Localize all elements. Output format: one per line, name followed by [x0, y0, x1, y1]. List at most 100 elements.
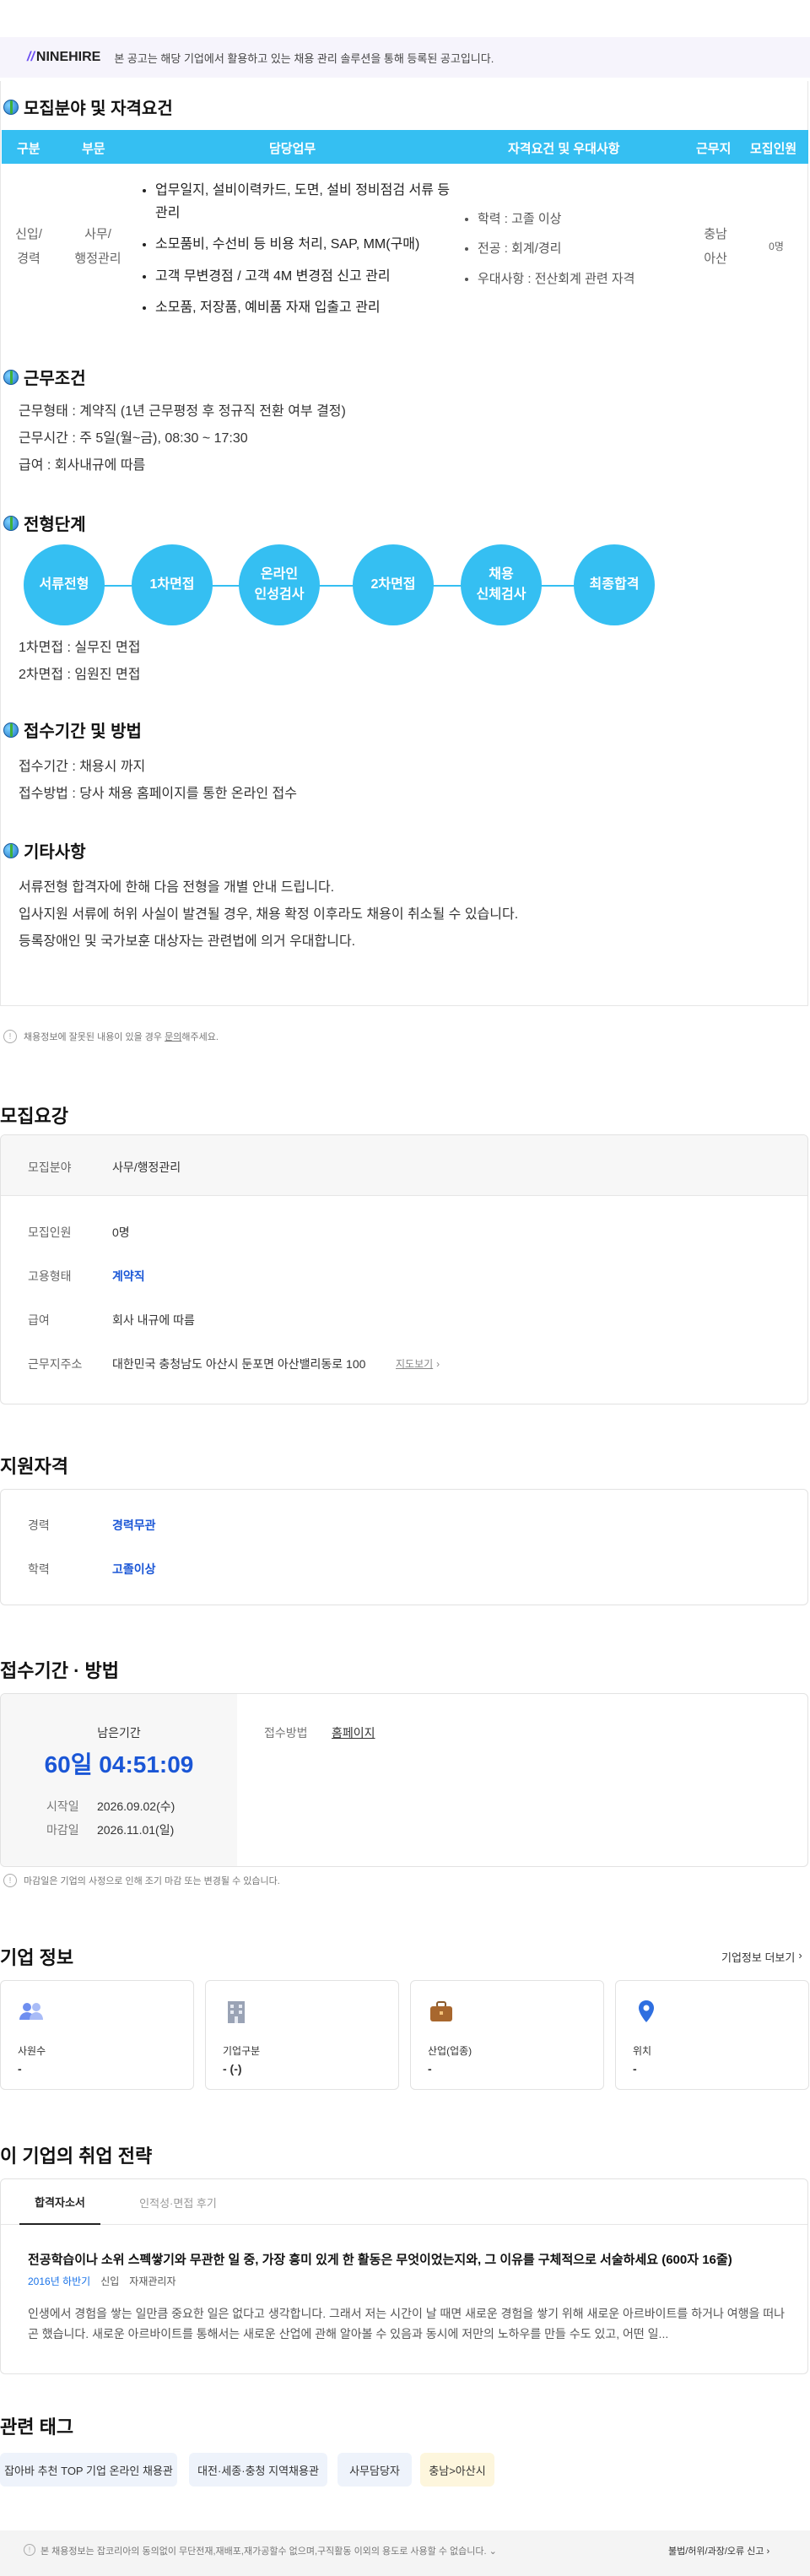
duty-item: 업무일지, 설비이력카드, 도면, 설비 정비점검 서류 등 관리: [155, 179, 459, 225]
etc-line: 입사지원 서류에 허위 사실이 발견될 경우, 채용 확정 이후라도 채용이 취…: [19, 907, 519, 922]
period-heading: 접수기간 · 방법: [0, 1660, 119, 1681]
step-bubble: 온라인 인성검사: [239, 544, 320, 625]
strategy-tabs: [1, 2179, 807, 2225]
inquiry-link[interactable]: 문의: [165, 1032, 181, 1042]
meta-role: 자재관리자: [129, 2276, 176, 2287]
recruit-table-header: 구분 부문 담당업무 자격요건 및 우대사항 근무지 모집인원: [2, 130, 808, 164]
remain-label: 남은기간: [97, 1726, 141, 1740]
duty-item: 소모품, 저장품, 예비품 자재 입출고 관리: [155, 296, 459, 319]
globe-icon: [3, 722, 19, 738]
period-notice: ! 마감일은 기업의 사정으로 인해 조기 마감 또는 변경될 수 있습니다.: [3, 1874, 280, 1887]
solution-banner: //NINEHIRE 본 공고는 해당 기업에서 활용하고 있는 채용 관리 솔…: [0, 37, 810, 78]
step-bubble: 채용 신체검사: [461, 544, 542, 625]
cell-quals: 학력 : 고졸 이상 전공 : 회계/경리 우대사항 : 전산회계 관련 자격: [478, 204, 680, 294]
process-line: 2차면접 : 임원진 면접: [19, 668, 141, 682]
condition-line: 근무시간 : 주 5일(월~금), 08:30 ~ 17:30: [19, 431, 248, 446]
end-label: 마감일: [46, 1823, 79, 1837]
th-location: 근무지: [696, 142, 732, 156]
footer-text[interactable]: 본 채용정보는 잡코리아의 동의없이 무단전재,재배포,재가공할수 없으며,구직…: [40, 2544, 497, 2557]
th-dept: 부문: [82, 142, 105, 156]
card-label: 기업구분: [223, 2045, 261, 2057]
qual-item: 전공 : 회계/경리: [478, 234, 680, 263]
card-label: 위치: [633, 2045, 652, 2057]
row-value: 경력무관: [112, 1518, 156, 1532]
cell-duties: 업무일지, 설비이력카드, 도면, 설비 정비점검 서류 등 관리 소모품비, …: [155, 179, 459, 319]
tag-chip[interactable]: 대전·세종·충청 지역채용관: [189, 2453, 327, 2487]
tag-chip[interactable]: 충남>아산시: [420, 2453, 494, 2487]
company-card: 기업구분 - (-): [205, 1980, 399, 2090]
row-label: 학력: [28, 1562, 50, 1576]
end-date: 2026.11.01(일): [97, 1823, 175, 1837]
field-value: 사무/행정관리: [112, 1161, 181, 1174]
step-bubble: 1차면접: [132, 544, 213, 625]
start-label: 시작일: [46, 1799, 79, 1813]
location-pin-icon: [639, 2000, 654, 2022]
duty-item: 고객 무변경점 / 고객 4M 변경점 신고 관리: [155, 265, 459, 288]
cell-dept: 사무/ 행정관리: [74, 227, 122, 266]
tag-chip[interactable]: 잡아바 추천 TOP 기업 온라인 채용관: [0, 2453, 177, 2487]
strategy-question[interactable]: 전공학습이나 소위 스펙쌓기와 무관한 일 중, 가장 흥미 있게 한 활동은 …: [28, 2250, 787, 2268]
method-label: 접수방법: [264, 1726, 308, 1740]
apply-line: 접수기간 : 채용시 까지: [19, 760, 146, 774]
period-left: 남은기간 60일 04:51:09 시작일 2026.09.02(수) 마감일 …: [1, 1694, 237, 1866]
remain-time: 60일 04:51:09: [44, 1751, 194, 1778]
conditions-heading: 근무조건: [3, 365, 86, 389]
row-value: 0명: [112, 1226, 130, 1239]
process-lines: 1차면접 : 실무진 면접 2차면접 : 임원진 면접: [19, 635, 140, 689]
apply-line: 접수방법 : 당사 채용 홈페이지를 통한 온라인 접수: [19, 787, 297, 801]
apply-lines: 접수기간 : 채용시 까지 접수방법 : 당사 채용 홈페이지를 통한 온라인 …: [19, 754, 297, 808]
row-value: 대한민국 충청남도 아산시 둔포면 아산밸리동로 100: [112, 1357, 366, 1371]
card-value: -: [428, 2062, 432, 2075]
etc-lines: 서류전형 합격자에 한해 다음 전형을 개별 안내 드립니다. 입사지원 서류에…: [19, 874, 518, 955]
globe-icon: [3, 369, 19, 385]
footer-bar: ! 본 채용정보는 잡코리아의 동의없이 무단전재,재배포,재가공할수 없으며,…: [0, 2530, 810, 2576]
step-bubble: 2차면접: [353, 544, 434, 625]
info-icon: !: [3, 1030, 17, 1043]
qual-item: 우대사항 : 전산회계 관련 자격: [478, 264, 680, 294]
process-heading: 전형단계: [3, 511, 86, 535]
field-label: 모집분야: [28, 1161, 72, 1174]
tab-cover-letter[interactable]: 합격자소서: [19, 2179, 100, 2225]
map-link[interactable]: 지도보기 ›: [396, 1356, 440, 1371]
chevron-right-icon: ›: [766, 2546, 770, 2557]
etc-line: 등록장애인 및 국가보훈 대상자는 관련법에 의거 우대합니다.: [19, 934, 356, 949]
tag-chip[interactable]: 사무담당자: [338, 2453, 412, 2487]
row-label: 근무지주소: [28, 1357, 83, 1371]
cell-type: 신입/ 경력: [15, 227, 42, 266]
row-label: 모집인원: [28, 1226, 72, 1239]
recruit-heading: 모집분야 및 자격요건: [3, 95, 173, 119]
globe-icon: [3, 842, 19, 858]
tab-interview-review[interactable]: 인적성·면접 후기: [124, 2179, 232, 2225]
row-label: 경력: [28, 1518, 50, 1532]
error-notice: ! 채용정보에 잘못된 내용이 있을 경우 문의해주세요.: [3, 1030, 219, 1043]
card-value: -: [18, 2062, 22, 2075]
card-value: -: [633, 2062, 637, 2075]
step-bubble: 서류전형: [24, 544, 105, 625]
building-icon: [228, 2001, 245, 2023]
row-label: 고용형태: [28, 1269, 72, 1283]
card-label: 산업(업종): [428, 2045, 472, 2057]
duty-item: 소모품비, 수선비 등 비용 처리, SAP, MM(구매): [155, 233, 459, 256]
company-card: 사원수 -: [0, 1980, 194, 2090]
strategy-heading: 이 기업의 취업 전략: [0, 2146, 153, 2167]
summary-field-row: 모집분야 사무/행정관리: [1, 1135, 807, 1196]
strategy-box: 합격자소서 인적성·면접 후기 전공학습이나 소위 스펙쌓기와 무관한 일 중,…: [0, 2178, 808, 2374]
banner-text: 본 공고는 해당 기업에서 활용하고 있는 채용 관리 솔루션을 통해 등록된 …: [114, 51, 494, 65]
period-box: 남은기간 60일 04:51:09 시작일 2026.09.02(수) 마감일 …: [0, 1693, 808, 1867]
company-more-link[interactable]: 기업정보 더보기 ›: [721, 1949, 802, 1965]
chevron-right-icon: ›: [798, 1949, 802, 1962]
tags-heading: 관련 태그: [0, 2416, 74, 2438]
meta-period: 2016년 하반기: [28, 2276, 91, 2287]
globe-icon: [3, 99, 19, 115]
qualify-box: 경력 경력무관 학력 고졸이상: [0, 1489, 808, 1605]
company-card: 위치 -: [615, 1980, 809, 2090]
company-heading: 기업 정보: [0, 1947, 74, 1968]
row-label: 급여: [28, 1313, 50, 1327]
logo-mark-icon: //: [27, 50, 35, 64]
briefcase-icon: [430, 2001, 452, 2021]
step-bubble: 최종합격: [574, 544, 655, 625]
method-link[interactable]: 홈페이지: [332, 1724, 375, 1741]
qualify-heading: 지원자격: [0, 1456, 68, 1477]
report-link[interactable]: 불법/허위/과장/오류 신고 ›: [668, 2544, 770, 2557]
summary-box: 모집분야 사무/행정관리 모집인원 0명 고용형태 계약직 급여 회사 내규에 …: [0, 1134, 808, 1404]
